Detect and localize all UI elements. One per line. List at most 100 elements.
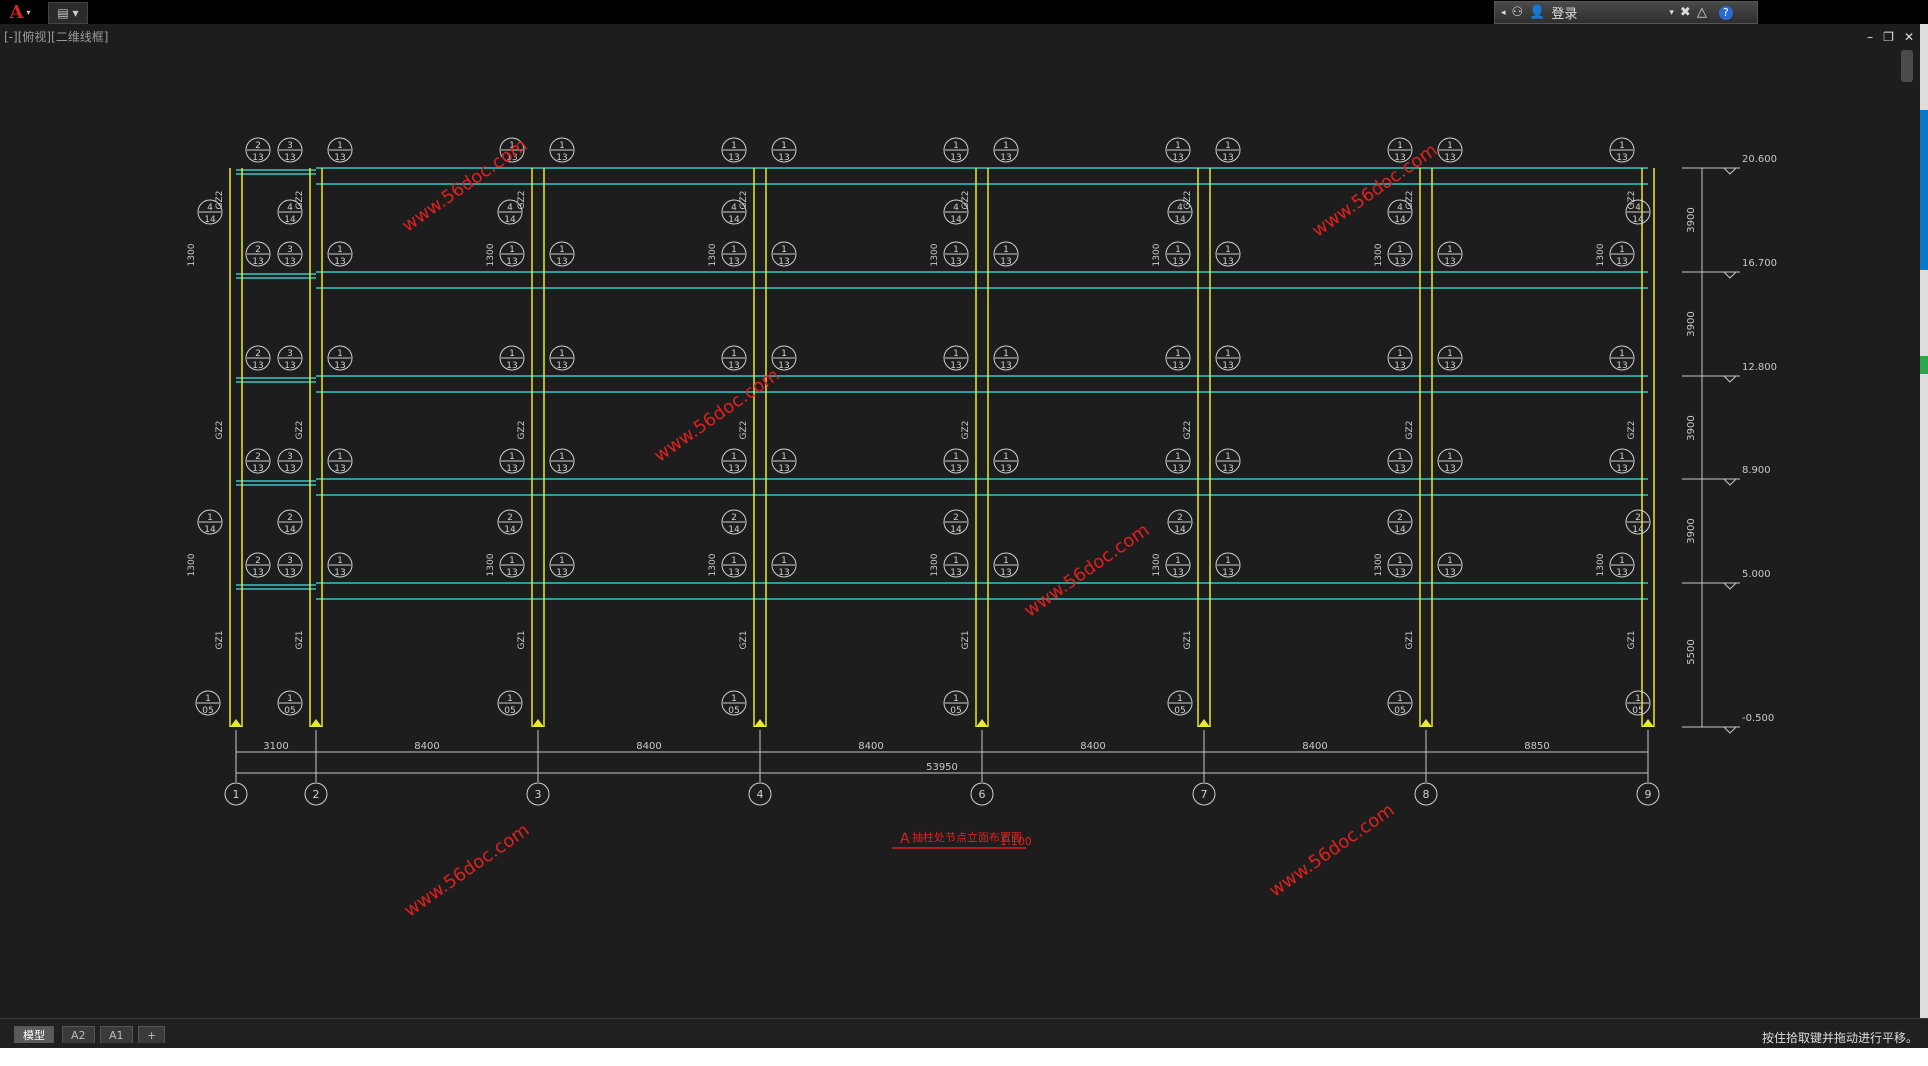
watermark-text: www.56doc.com: [650, 365, 783, 467]
node-bubble-number: 1: [337, 556, 343, 566]
column-base: [230, 719, 242, 727]
local-dim-text: 1300: [708, 553, 718, 576]
watermark-text: www.56doc.com: [1265, 800, 1398, 902]
tab-model[interactable]: 模型: [14, 1026, 54, 1043]
node-bubble-number: 1: [1397, 694, 1403, 704]
node-bubble-number: 1: [559, 452, 565, 462]
node-bubble-sheet: 13: [1222, 153, 1233, 163]
node-bubble-sheet: 14: [1394, 215, 1406, 225]
column-tag: GZ2: [215, 191, 225, 210]
column-base: [754, 719, 766, 727]
node-bubble-number: 1: [207, 513, 213, 523]
node-bubble-number: 1: [1397, 349, 1403, 359]
node-bubble-sheet: 13: [1172, 361, 1183, 371]
node-bubble-number: 1: [1225, 452, 1231, 462]
watermark-text: www.56doc.com: [1308, 140, 1441, 242]
add-layout-button[interactable]: +: [138, 1026, 166, 1043]
node-bubble-sheet: 13: [1000, 568, 1011, 578]
column-tag: GZ2: [1405, 191, 1415, 210]
column-tag: GZ2: [739, 191, 749, 210]
node-bubble-sheet: 14: [950, 525, 962, 535]
node-bubble-number: 1: [1397, 245, 1403, 255]
node-bubble-number: 1: [731, 556, 737, 566]
bay-dimension: 3100: [263, 741, 288, 752]
node-bubble-number: 4: [207, 203, 213, 213]
node-bubble-number: 2: [1177, 513, 1183, 523]
node-bubble-number: 1: [1447, 141, 1453, 151]
node-bubble-number: 2: [731, 513, 737, 523]
column-tag: GZ2: [295, 421, 305, 440]
node-bubble-sheet: 13: [334, 568, 345, 578]
node-bubble-sheet: 13: [1444, 153, 1455, 163]
elevation-text: 5.000: [1742, 569, 1771, 580]
node-bubble-number: 1: [559, 556, 565, 566]
column-tag: GZ2: [215, 421, 225, 440]
node-bubble-sheet: 13: [334, 464, 345, 474]
node-bubble-number: 2: [287, 513, 293, 523]
node-bubble-number: 1: [1003, 556, 1009, 566]
node-bubble-number: 2: [1397, 513, 1403, 523]
node-bubble-sheet: 13: [284, 361, 295, 371]
node-bubble-sheet: 13: [1616, 568, 1627, 578]
node-bubble-number: 1: [1619, 349, 1625, 359]
column-tag: GZ1: [517, 631, 527, 650]
node-bubble-sheet: 14: [728, 215, 740, 225]
node-bubble-sheet: 13: [1000, 153, 1011, 163]
node-bubble-number: 3: [287, 452, 293, 462]
node-bubble-sheet: 13: [284, 464, 295, 474]
node-bubble-number: 4: [731, 203, 737, 213]
node-bubble-sheet: 13: [728, 464, 739, 474]
column-tag: GZ2: [961, 421, 971, 440]
node-bubble-number: 1: [953, 245, 959, 255]
axis-label: 4: [757, 788, 764, 801]
node-bubble-number: 1: [1225, 245, 1231, 255]
node-bubble-sheet: 13: [1444, 464, 1455, 474]
node-bubble-sheet: 13: [1222, 257, 1233, 267]
node-bubble-sheet: 13: [1444, 361, 1455, 371]
node-bubble-number: 3: [287, 349, 293, 359]
column-tag: GZ1: [215, 631, 225, 650]
axis-label: 1: [233, 788, 240, 801]
node-bubble-sheet: 13: [252, 464, 263, 474]
node-bubble-number: 1: [1619, 452, 1625, 462]
node-bubble-number: 1: [1447, 556, 1453, 566]
node-bubble-number: 1: [1619, 245, 1625, 255]
node-bubble-sheet: 13: [334, 257, 345, 267]
node-bubble-number: 1: [1177, 694, 1183, 704]
elevation-text: -0.500: [1742, 713, 1774, 724]
axis-label: 6: [979, 788, 986, 801]
node-bubble-number: 1: [1003, 245, 1009, 255]
status-message: 按住拾取键并拖动进行平移。: [1761, 1031, 1918, 1045]
node-bubble-number: 1: [1225, 141, 1231, 151]
total-dimension: 53950: [926, 762, 958, 773]
node-bubble-number: 4: [287, 203, 293, 213]
watermark-text: www.56doc.com: [1020, 520, 1153, 622]
node-bubble-sheet: 05: [202, 706, 213, 716]
node-bubble-sheet: 13: [506, 568, 517, 578]
node-bubble-sheet: 13: [556, 464, 567, 474]
node-bubble-sheet: 13: [1444, 257, 1455, 267]
node-bubble-sheet: 13: [284, 257, 295, 267]
node-bubble-number: 1: [953, 452, 959, 462]
local-dim-text: 1300: [486, 243, 496, 266]
node-bubble-number: 1: [1447, 349, 1453, 359]
node-bubble-number: 1: [509, 349, 515, 359]
node-bubble-number: 1: [1175, 141, 1181, 151]
tab-a2[interactable]: A2: [62, 1026, 95, 1043]
elevation-text: 16.700: [1742, 258, 1777, 269]
tab-a1[interactable]: A1: [100, 1026, 133, 1043]
node-bubble-number: 1: [1003, 141, 1009, 151]
elevation-marker: [1722, 167, 1738, 175]
layout-tab-bar: 模型 A2 A1 +: [0, 1018, 1928, 1049]
node-bubble-sheet: 14: [1394, 525, 1406, 535]
local-dim-text: 1300: [930, 553, 940, 576]
node-bubble-sheet: 14: [728, 525, 740, 535]
story-height-text: 3900: [1686, 415, 1697, 440]
axis-label: 9: [1645, 788, 1652, 801]
story-height-text: 5500: [1686, 639, 1697, 664]
node-bubble-number: 1: [509, 245, 515, 255]
local-dim-text: 1300: [187, 553, 197, 576]
node-bubble-sheet: 13: [950, 257, 961, 267]
node-bubble-number: 2: [255, 245, 261, 255]
node-bubble-sheet: 14: [1632, 525, 1644, 535]
